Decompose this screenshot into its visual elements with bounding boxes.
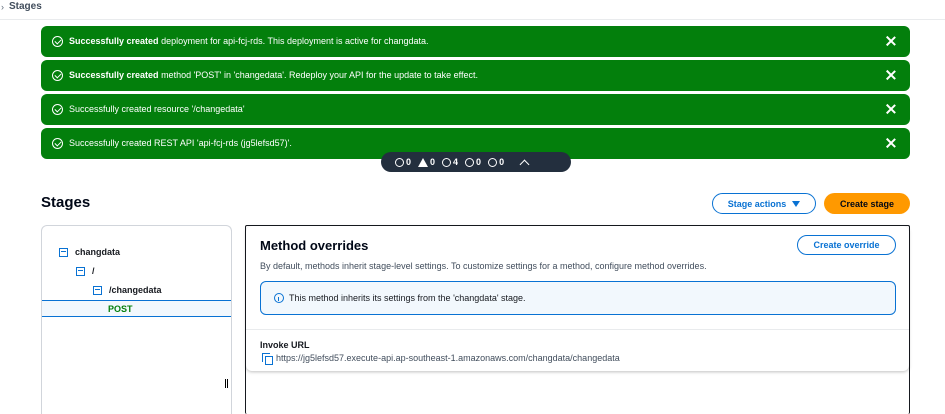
flash-message: Successfully created resource '/changeda… — [41, 94, 910, 125]
card-title: Method overrides — [260, 238, 369, 253]
success-icon — [52, 70, 63, 81]
flash-text: Successfully created deployment for api-… — [69, 36, 429, 46]
details-panel: Method overrides Create override By defa… — [245, 225, 910, 414]
close-icon[interactable] — [884, 68, 898, 82]
close-icon[interactable] — [884, 34, 898, 48]
divider — [246, 329, 909, 330]
notification-counter[interactable]: 0 0 4 0 0 — [381, 152, 571, 172]
caret-down-icon — [792, 200, 801, 207]
error-count: 0 — [395, 157, 411, 167]
tree-item-root[interactable]: / — [76, 266, 95, 276]
create-stage-button[interactable]: Create stage — [824, 193, 910, 214]
card-description: By default, methods inherit stage-level … — [260, 261, 707, 271]
flash-text: Successfully created method 'POST' in 'c… — [69, 70, 478, 80]
create-override-button[interactable]: Create override — [797, 235, 896, 255]
warning-icon — [418, 157, 429, 167]
page-title: Stages — [41, 194, 91, 211]
copy-icon[interactable] — [262, 353, 273, 365]
flash-text: Successfully created resource '/changeda… — [69, 104, 245, 114]
info-alert: This method inherits its settings from t… — [260, 281, 896, 315]
collapse-icon[interactable] — [59, 247, 68, 257]
method-overrides-card: Method overrides Create override By defa… — [246, 226, 909, 371]
resource-tree: changdata / /changedata POST — [41, 225, 232, 414]
in-progress-count: 0 — [488, 157, 504, 167]
breadcrumb-separator: › — [1, 2, 4, 12]
error-icon — [395, 157, 404, 167]
tree-item-resource[interactable]: /changedata — [93, 285, 162, 295]
invoke-url[interactable]: https://jg5lefsd57.execute-api.ap-southe… — [276, 353, 620, 363]
close-icon[interactable] — [884, 102, 898, 116]
collapse-icon[interactable] — [93, 285, 102, 295]
flash-message: Successfully created deployment for api-… — [41, 26, 910, 57]
stage-actions-label: Stage actions — [727, 198, 787, 209]
info-count: 0 — [465, 157, 481, 167]
chevron-up-icon[interactable] — [519, 159, 530, 169]
tree-item-method-selected[interactable] — [42, 300, 231, 317]
success-count: 4 — [442, 157, 458, 167]
close-icon[interactable] — [884, 136, 898, 150]
tree-item-stage[interactable]: changdata — [59, 247, 120, 257]
info-text: This method inherits its settings from t… — [289, 293, 526, 303]
in-progress-icon — [488, 157, 498, 167]
success-icon — [442, 157, 452, 167]
success-icon — [52, 104, 63, 115]
info-icon — [274, 293, 284, 303]
resize-handle[interactable] — [225, 379, 228, 388]
success-icon — [52, 138, 63, 149]
success-icon — [52, 36, 63, 47]
stage-actions-button[interactable]: Stage actions — [712, 193, 816, 214]
warning-count: 0 — [418, 157, 435, 167]
invoke-url-label: Invoke URL — [260, 340, 310, 350]
breadcrumb: › Stages — [0, 0, 945, 20]
breadcrumb-current: Stages — [9, 1, 42, 12]
flash-text: Successfully created REST API 'api-fcj-r… — [69, 138, 292, 148]
info-icon — [465, 157, 475, 167]
tree-item-method[interactable]: POST — [108, 304, 133, 314]
collapse-icon[interactable] — [76, 266, 85, 276]
flash-message: Successfully created method 'POST' in 'c… — [41, 60, 910, 91]
